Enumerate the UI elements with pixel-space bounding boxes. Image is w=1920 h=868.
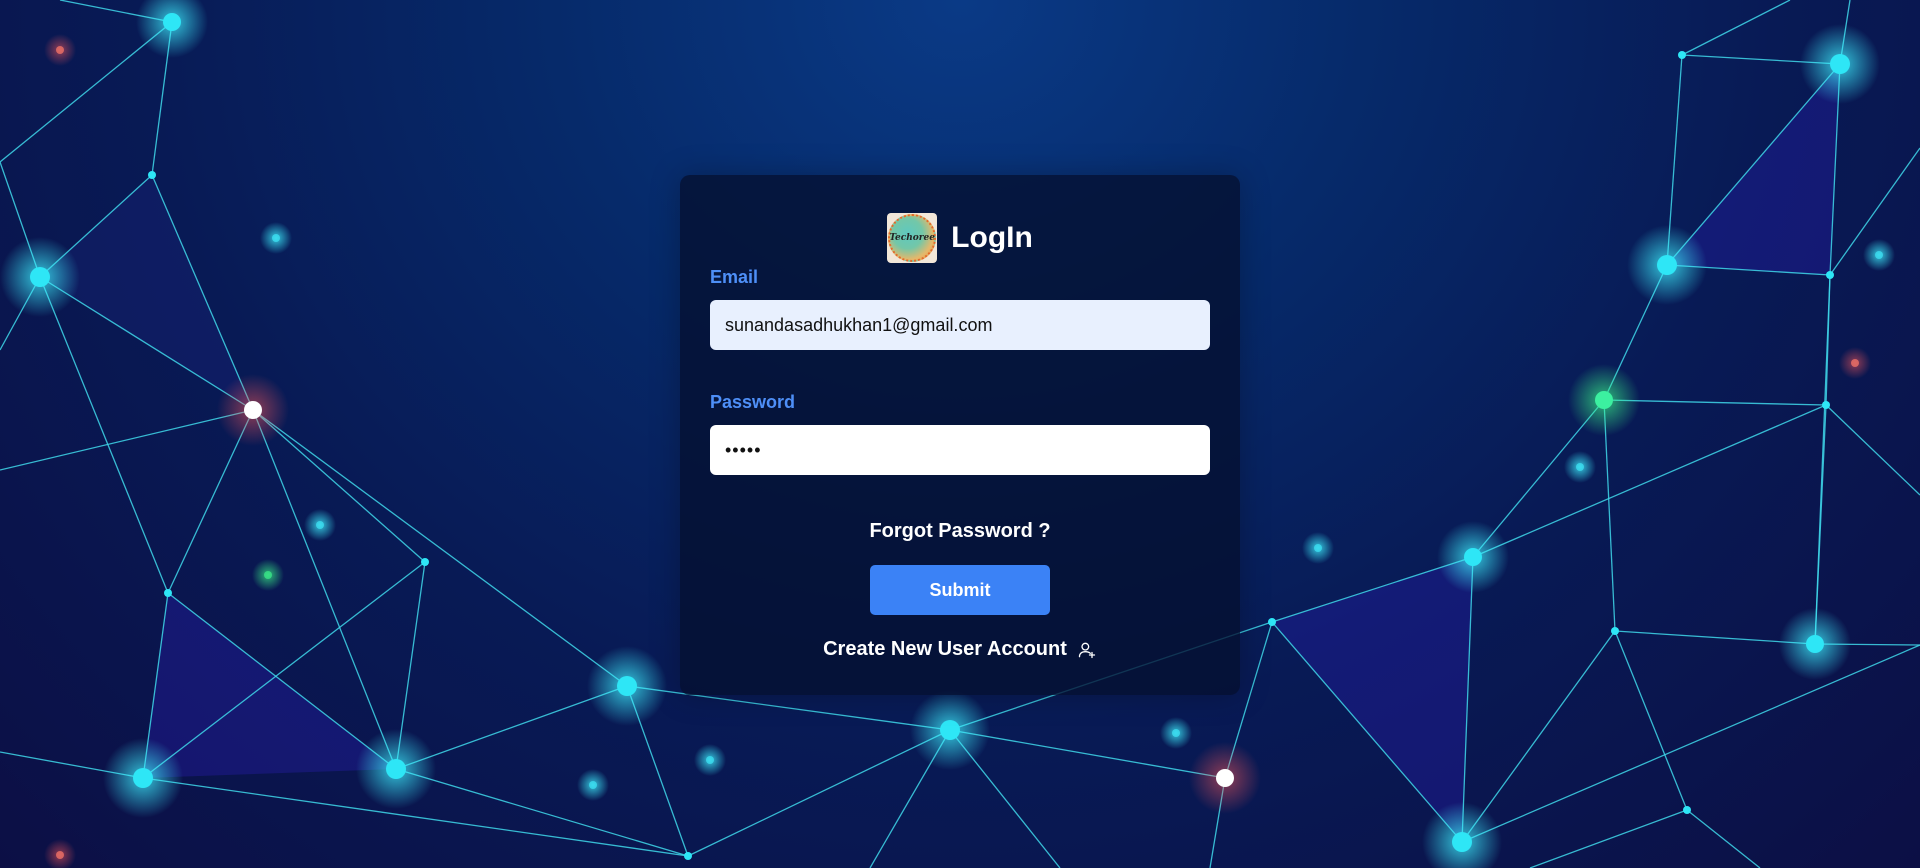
bokeh-dot — [1314, 544, 1322, 552]
bokeh-dot — [264, 571, 272, 579]
network-node — [1595, 391, 1613, 409]
brand-logo: Techoree — [887, 213, 938, 263]
bokeh-dot — [1172, 729, 1180, 737]
page-title: LogIn — [951, 221, 1033, 254]
network-line — [1529, 809, 1688, 868]
network-line — [0, 409, 254, 471]
bokeh-dot — [56, 46, 64, 54]
network-node — [30, 267, 50, 287]
network-node — [1683, 806, 1691, 814]
network-facet — [1272, 557, 1473, 842]
add-user-icon — [1078, 642, 1096, 658]
network-node — [1826, 271, 1834, 279]
network-line — [1825, 404, 1920, 496]
create-account-label: Create New User Account — [823, 638, 1067, 660]
network-node — [1657, 255, 1677, 275]
network-line — [687, 729, 951, 857]
network-node — [1464, 548, 1482, 566]
forgot-password-link[interactable]: Forgot Password ? — [680, 520, 1240, 543]
password-label: Password — [710, 392, 796, 412]
network-line — [395, 768, 689, 857]
network-node — [1216, 769, 1234, 787]
network-node — [1822, 401, 1830, 409]
password-field[interactable] — [710, 425, 1210, 475]
network-node — [940, 720, 960, 740]
logo-emblem: Techoree — [888, 214, 937, 262]
network-node — [617, 676, 637, 696]
login-header: Techoree LogIn — [680, 213, 1240, 263]
bokeh-dot — [589, 781, 597, 789]
network-node — [684, 852, 692, 860]
logo-text: Techoree — [889, 233, 935, 243]
network-node — [1678, 51, 1686, 59]
login-card: Techoree LogIn Email Password Forgot Pas… — [680, 175, 1240, 695]
network-facet — [143, 593, 396, 778]
network-line — [1614, 630, 1688, 811]
network-node — [163, 13, 181, 31]
network-line — [252, 409, 628, 687]
network-node — [1806, 635, 1824, 653]
network-node — [244, 401, 262, 419]
bokeh-dot — [316, 521, 324, 529]
network-node — [1611, 627, 1619, 635]
submit-button[interactable]: Submit — [870, 565, 1050, 615]
bokeh-dot — [272, 234, 280, 242]
bokeh-dot — [706, 756, 714, 764]
bokeh-dot — [1875, 251, 1883, 259]
network-node — [1830, 54, 1850, 74]
network-line — [1681, 0, 1791, 56]
bokeh-dot — [1576, 463, 1584, 471]
network-node — [148, 171, 156, 179]
network-node — [421, 558, 429, 566]
email-field[interactable] — [710, 300, 1210, 350]
network-node — [1452, 832, 1472, 852]
bokeh-dot — [1851, 359, 1859, 367]
network-line — [1814, 274, 1831, 645]
network-line — [1686, 809, 1761, 868]
network-node — [1268, 618, 1276, 626]
create-account-link[interactable]: Create New User Account — [680, 638, 1240, 661]
network-node — [386, 759, 406, 779]
bokeh-dot — [56, 851, 64, 859]
network-line — [1472, 404, 1827, 558]
email-label: Email — [710, 267, 759, 287]
network-node — [133, 768, 153, 788]
network-node — [164, 589, 172, 597]
